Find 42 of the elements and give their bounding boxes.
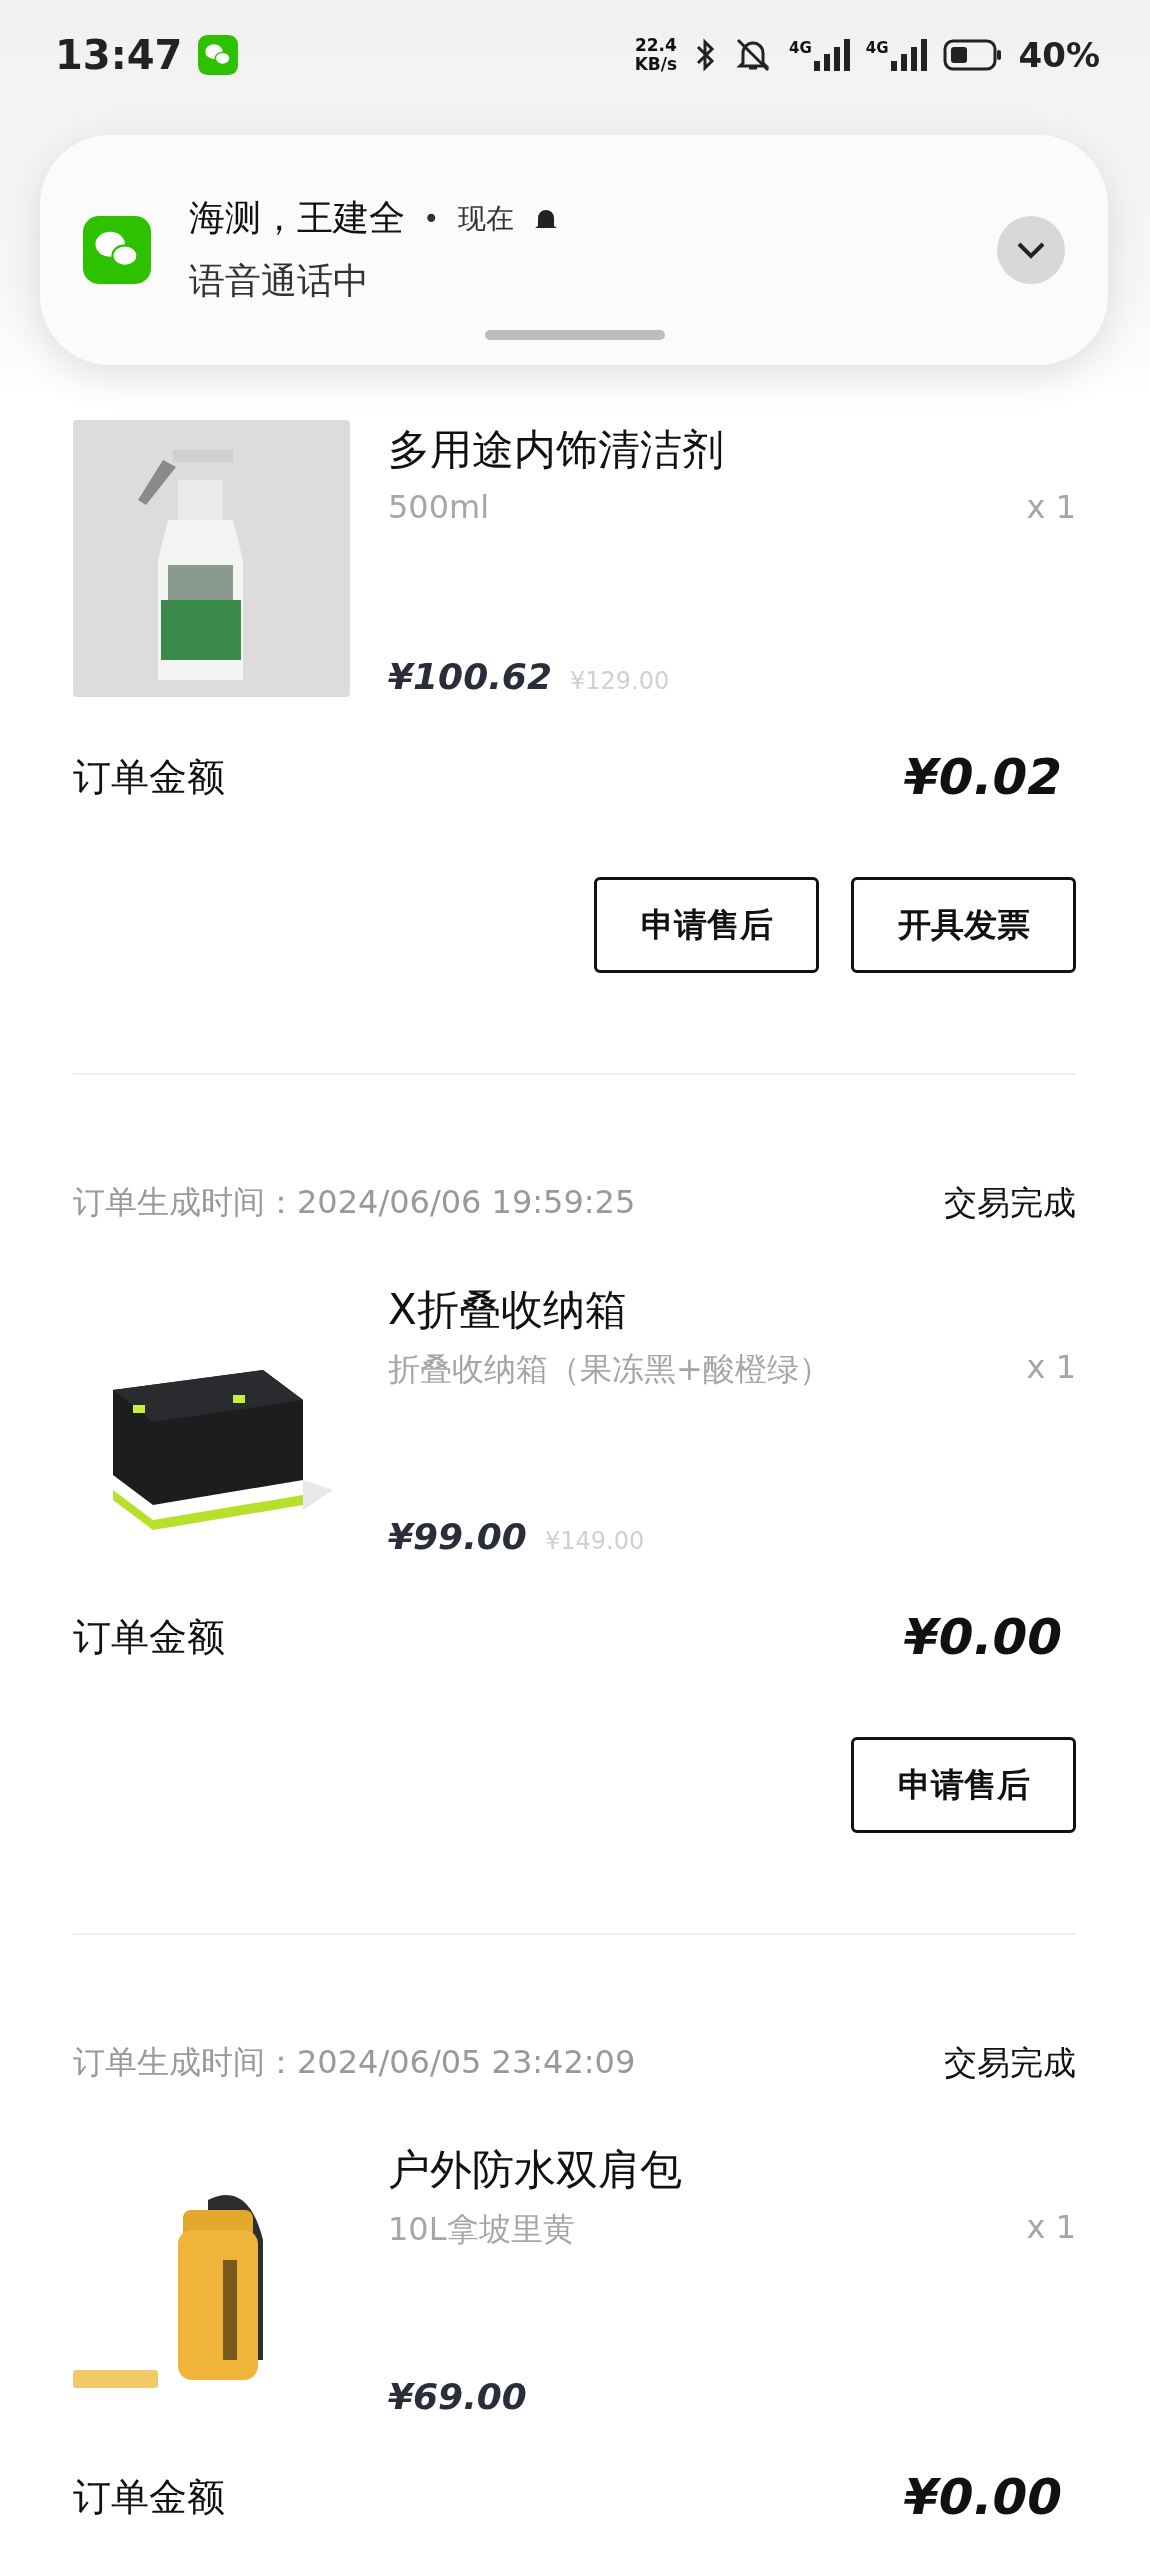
total-label: 订单金额 (73, 753, 225, 801)
product-quantity: x 1 (1026, 2208, 1076, 2248)
signal-bars-icon (813, 39, 850, 71)
action-button[interactable]: 申请售后 (594, 877, 819, 973)
order-total: ¥0.00 (903, 1608, 1063, 1666)
product-quantity: x 1 (1026, 1348, 1076, 1388)
notification-time: 现在 (457, 200, 514, 237)
order-status: 交易完成 (944, 2041, 1076, 2084)
signal-bars-icon (890, 39, 927, 71)
product-price: ¥100.62 (388, 656, 552, 697)
order-time: 订单生成时间：2024/06/05 23:42:09 (73, 2042, 636, 2083)
network-speed: 22.4 KB/s (634, 36, 678, 74)
total-label: 订单金额 (73, 2473, 225, 2521)
cellular-signal: 4G (789, 39, 850, 71)
action-button[interactable]: 开具发票 (851, 877, 1076, 973)
notification-sender: 海测，王建全 (189, 196, 405, 240)
battery-icon (942, 39, 1003, 71)
drag-handle[interactable] (485, 330, 665, 340)
product-name: 户外防水双肩包 (388, 2144, 683, 2196)
product-spec: 10L拿坡里黄 (388, 2209, 575, 2250)
battery-percent: 40% (1018, 35, 1100, 75)
product-quantity: x 1 (1026, 488, 1076, 526)
order-total: ¥0.00 (903, 2468, 1063, 2526)
order-status: 交易完成 (944, 1181, 1076, 1224)
separator-dot: • (423, 202, 440, 235)
notification-banner[interactable]: 海测，王建全 • 现在 语音通话中 (40, 135, 1108, 365)
notification-message: 语音通话中 (189, 259, 370, 303)
product-name: X折叠收纳箱 (388, 1284, 628, 1336)
product-price: ¥69.00 (388, 2376, 527, 2417)
status-time: 13:47 (55, 32, 183, 78)
chat-app-icon (83, 216, 151, 284)
product-name: 多用途内饰清洁剂 (388, 424, 725, 476)
chat-app-icon (198, 35, 239, 75)
order-time: 订单生成时间：2024/06/06 19:59:25 (73, 1182, 636, 1223)
total-label: 订单金额 (73, 1613, 225, 1661)
action-button[interactable]: 申请售后 (851, 1737, 1076, 1833)
product-spec: 折叠收纳箱（果冻黑+酸橙绿） (388, 1349, 831, 1390)
product-price: ¥99.00 (388, 1516, 527, 1557)
product-spec: 500ml (388, 488, 490, 526)
chevron-down-icon (1016, 241, 1046, 259)
cellular-signal: 4G (865, 39, 927, 71)
order-total: ¥0.02 (903, 748, 1063, 806)
